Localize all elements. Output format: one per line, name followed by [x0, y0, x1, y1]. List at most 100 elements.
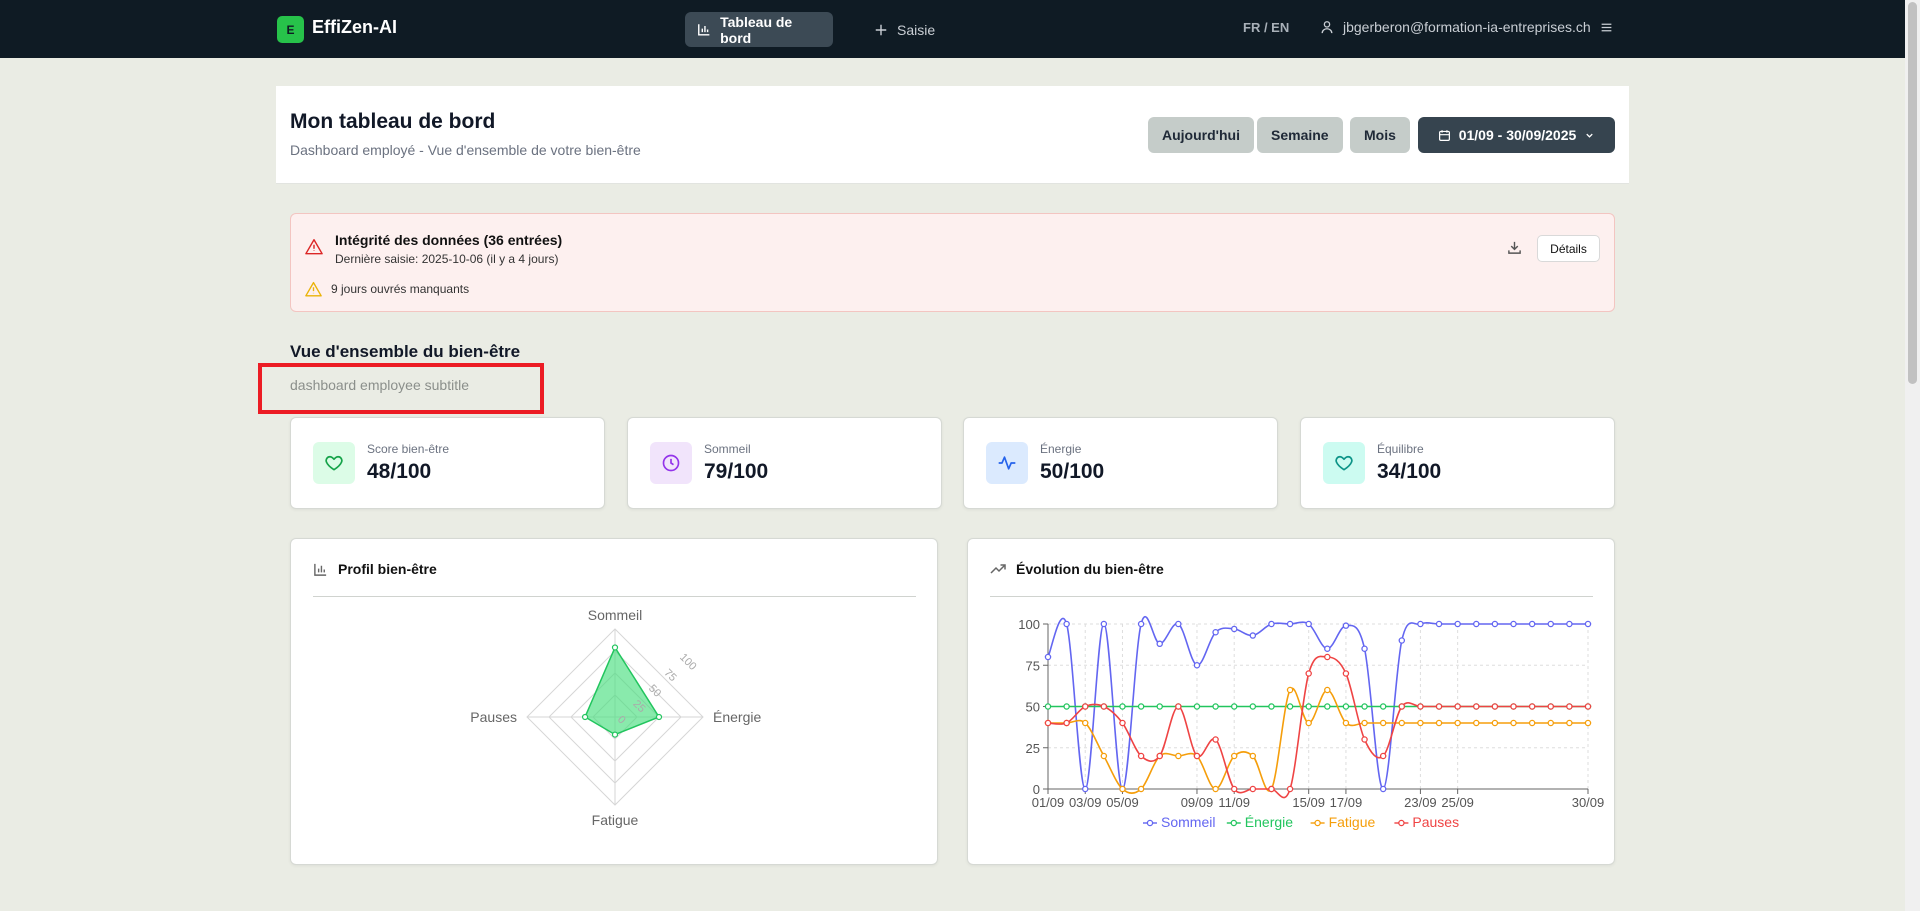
data-point [1081, 719, 1089, 727]
metric-label: Équilibre [1377, 442, 1424, 456]
data-point [1249, 632, 1257, 639]
data-point [1212, 703, 1219, 710]
week-button[interactable]: Semaine [1257, 117, 1343, 153]
heart-icon [313, 442, 355, 484]
data-point [1230, 703, 1238, 710]
data-point [1435, 620, 1443, 628]
data-point [1473, 719, 1480, 727]
missing-days-text: 9 jours ouvrés manquants [331, 282, 470, 296]
data-point [1286, 703, 1294, 710]
data-point [1361, 736, 1368, 743]
data-point [1063, 719, 1070, 727]
legend-label: Sommeil [1161, 814, 1215, 830]
metric-value: 79/100 [704, 460, 769, 483]
data-point [1305, 620, 1312, 628]
data-point [1491, 719, 1499, 727]
data-point [1175, 752, 1182, 760]
data-point [1175, 703, 1182, 710]
data-point [1212, 629, 1219, 636]
data-point [1584, 703, 1592, 710]
radar-axis-label: Énergie [713, 709, 761, 725]
data-point [1063, 620, 1070, 628]
data-point [1100, 620, 1108, 628]
data-point [1435, 703, 1443, 710]
data-point [1547, 620, 1555, 628]
logo[interactable]: E [277, 16, 304, 43]
page-subtitle: Dashboard employé - Vue d'ensemble de vo… [290, 142, 641, 158]
user-icon [1321, 21, 1333, 34]
data-point [1286, 785, 1294, 793]
data-point [1379, 703, 1387, 710]
metric-card-wellbeing: Score bien-être 48/100 [290, 417, 605, 509]
data-point [1324, 703, 1331, 710]
metric-value: 50/100 [1040, 460, 1105, 483]
metric-card-sleep: Sommeil 79/100 [627, 417, 942, 509]
metric-label: Sommeil [704, 442, 751, 456]
data-point [1510, 719, 1517, 727]
metric-value: 48/100 [367, 460, 432, 483]
data-point [1063, 703, 1070, 710]
x-tick-label: 03/09 [1069, 795, 1102, 810]
data-point [1175, 620, 1182, 628]
data-point [1417, 703, 1424, 710]
data-point [1584, 620, 1592, 628]
user-menu[interactable]: jbgerberon@formation-ia-entreprises.ch [1320, 19, 1613, 35]
data-point [1435, 719, 1443, 727]
data-point [1528, 719, 1536, 727]
highlight-annotation [258, 363, 544, 414]
today-button[interactable]: Aujourd'hui [1148, 117, 1254, 153]
y-tick-label: 75 [1026, 658, 1040, 673]
data-point [1361, 703, 1368, 710]
brand-name[interactable]: EffiZen-AI [312, 17, 397, 38]
chevron-down-icon [1586, 133, 1593, 138]
language-switch[interactable]: FR / EN [1243, 20, 1289, 35]
data-point [1547, 719, 1555, 727]
data-point [1324, 686, 1331, 694]
data-point [1547, 703, 1555, 710]
data-point [1137, 703, 1145, 710]
date-range-label: 01/09 - 30/09/2025 [1458, 127, 1577, 143]
data-point [1193, 752, 1201, 760]
data-point [1398, 719, 1406, 727]
data-point [1305, 670, 1312, 677]
data-point [1361, 719, 1368, 727]
radar-axis-label: Pauses [470, 709, 517, 725]
heart-icon [1323, 442, 1365, 484]
nav-tab-dashboard[interactable]: Tableau de bord [685, 12, 833, 47]
nav-tab-saisie[interactable]: Saisie [862, 12, 947, 47]
data-point [1212, 785, 1219, 793]
top-navbar: E EffiZen-AI Tableau de bord Saisie FR /… [0, 0, 1905, 58]
nav-tab-label: Tableau de bord [720, 13, 793, 46]
download-icon[interactable] [1507, 240, 1522, 255]
radar-data-point [581, 713, 589, 721]
data-point [1398, 637, 1406, 644]
y-tick-label: 50 [1026, 700, 1040, 715]
x-tick-label: 23/09 [1404, 795, 1437, 810]
page-scrollbar[interactable] [1905, 0, 1920, 911]
x-tick-label: 17/09 [1330, 795, 1363, 810]
data-point [1230, 752, 1238, 760]
radar-data-point [611, 731, 619, 738]
data-point [1342, 703, 1350, 710]
data-point [1379, 719, 1387, 727]
data-point [1528, 620, 1536, 628]
data-point [1268, 620, 1275, 628]
last-entry-text: Dernière saisie: 2025-10-06 (il y a 4 jo… [335, 252, 559, 266]
line-chart: 025507510001/09 03/09 05/09 09/09 11/09 15/09… [1018, 615, 1605, 830]
data-point [1137, 752, 1145, 760]
data-point [1286, 686, 1294, 694]
data-point [1119, 719, 1126, 727]
scrollbar-thumb[interactable] [1908, 2, 1917, 384]
data-point [1230, 785, 1238, 793]
details-button[interactable]: Détails [1537, 235, 1600, 262]
menu-icon[interactable] [1600, 21, 1613, 34]
data-point [1119, 785, 1126, 793]
month-button[interactable]: Mois [1350, 117, 1410, 153]
overview-title: Vue d'ensemble du bien-être [290, 342, 521, 361]
data-point [1137, 620, 1145, 628]
data-point [1584, 719, 1592, 727]
radar-tick-label: 100 [677, 651, 698, 672]
date-range-picker[interactable]: 01/09 - 30/09/2025 [1418, 117, 1615, 153]
data-point [1473, 703, 1480, 710]
x-tick-label: 30/09 [1572, 795, 1605, 810]
